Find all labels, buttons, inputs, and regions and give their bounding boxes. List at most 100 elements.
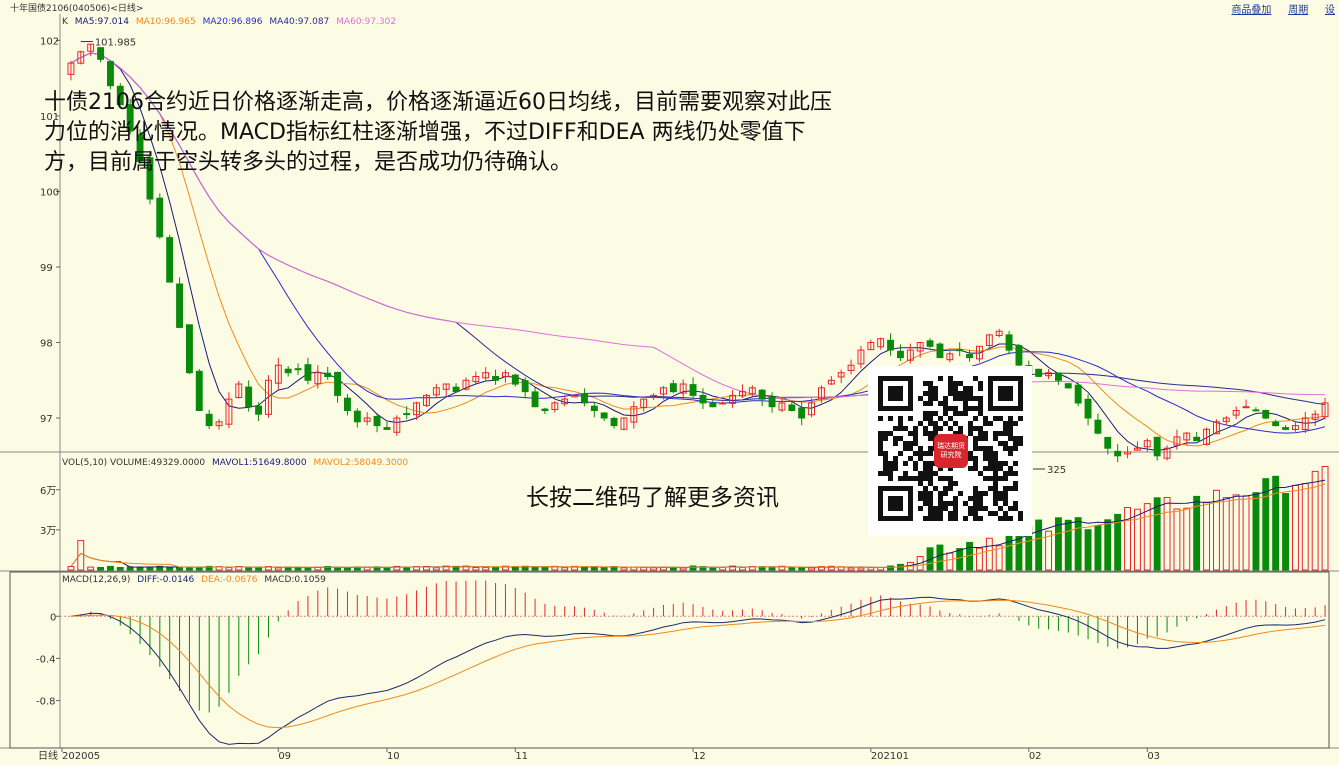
qr-module [973,466,978,471]
volume-bar [107,565,114,571]
candle-body [403,413,411,416]
qr-module [938,516,943,521]
qr-module [878,446,883,451]
qr-module [948,516,953,521]
qr-module [993,491,998,496]
qr-module [948,481,953,486]
qr-module [918,456,923,461]
volume-bar [294,566,302,571]
qr-module [953,386,958,391]
qr-module [918,421,923,426]
qr-module [973,486,978,491]
qr-module [973,456,978,461]
qr-module [943,486,948,491]
qr-module [943,421,948,426]
qr-module [968,421,973,426]
qr-module [993,416,998,421]
qr-module [963,406,968,411]
qr-module [1018,436,1023,441]
qr-module [908,416,913,421]
price-annotation: 325 [1047,465,1066,476]
qr-module [893,466,898,471]
candle-body [956,349,964,352]
qr-module [968,511,973,516]
qr-module [978,436,983,441]
candle-body [1153,436,1161,457]
qr-module [983,476,988,481]
candle-body [245,386,253,408]
qr-module [943,506,948,511]
volume-bar [650,567,657,571]
qr-module [973,436,978,441]
qr-module [928,421,933,426]
qr-module [948,476,953,481]
volume-bar [116,567,124,571]
candle-body [1055,372,1062,381]
volume-bar [77,540,85,571]
volume-bar [679,567,687,571]
qr-module [923,471,928,476]
volume-bar [1005,532,1013,571]
qr-module [978,431,983,436]
volume-bar [195,567,203,571]
volume-bar [541,566,549,571]
qr-module [903,461,908,466]
qr-module [998,491,1003,496]
qr-module [973,376,978,381]
candle-body [1262,410,1270,419]
qr-module [883,436,888,441]
qr-module [963,391,968,396]
volume-bar [1084,529,1092,571]
candle-body [383,427,391,430]
qr-module [1008,446,1013,451]
qr-module [918,496,923,501]
candle-body [353,410,361,423]
qr-module [948,486,953,491]
diff-legend: DIFF:-0.0146 [137,575,195,585]
qr-module [908,446,913,451]
qr-module [888,461,893,466]
qr-module [973,506,978,511]
volume-bar [245,567,253,571]
qr-module [923,391,928,396]
qr-module [1003,461,1008,466]
qr-module [953,406,958,411]
volume-bar [956,548,964,571]
qr-module [898,416,903,421]
volume-bar [146,566,154,571]
qr-module [953,381,958,386]
volume-bar [561,567,569,571]
mavol1-legend: MAVOL1:51649.8000 [212,458,307,468]
qr-module [993,501,998,506]
volume-bar [1035,519,1043,571]
volume-bar [87,566,95,571]
qr-module [883,471,888,476]
volume-bar [936,544,944,571]
qr-module [883,451,888,456]
qr-module [978,446,983,451]
volume-tick-label: 6万 [40,486,56,497]
volume-bar [1242,495,1250,571]
candle-body [1104,436,1112,449]
qr-module [983,446,988,451]
x-axis-label: 日线 [38,749,58,762]
volume-bar [304,567,312,571]
qr-module [893,436,898,441]
qr-module [918,506,923,511]
candle-body [1114,450,1122,457]
candle-body [788,404,796,411]
candle-body [719,402,727,405]
candle-body [590,405,598,412]
qr-module [943,401,948,406]
volume-bar [274,567,282,571]
candle-body [541,408,549,412]
qr-module [903,476,908,481]
qr-module [993,466,998,471]
qr-module [1013,461,1018,466]
qr-module [888,466,893,471]
qr-module [913,466,918,471]
volume-bar [67,566,75,571]
volume-bar [1252,492,1260,571]
qr-module [923,461,928,466]
qr-module [963,411,968,416]
